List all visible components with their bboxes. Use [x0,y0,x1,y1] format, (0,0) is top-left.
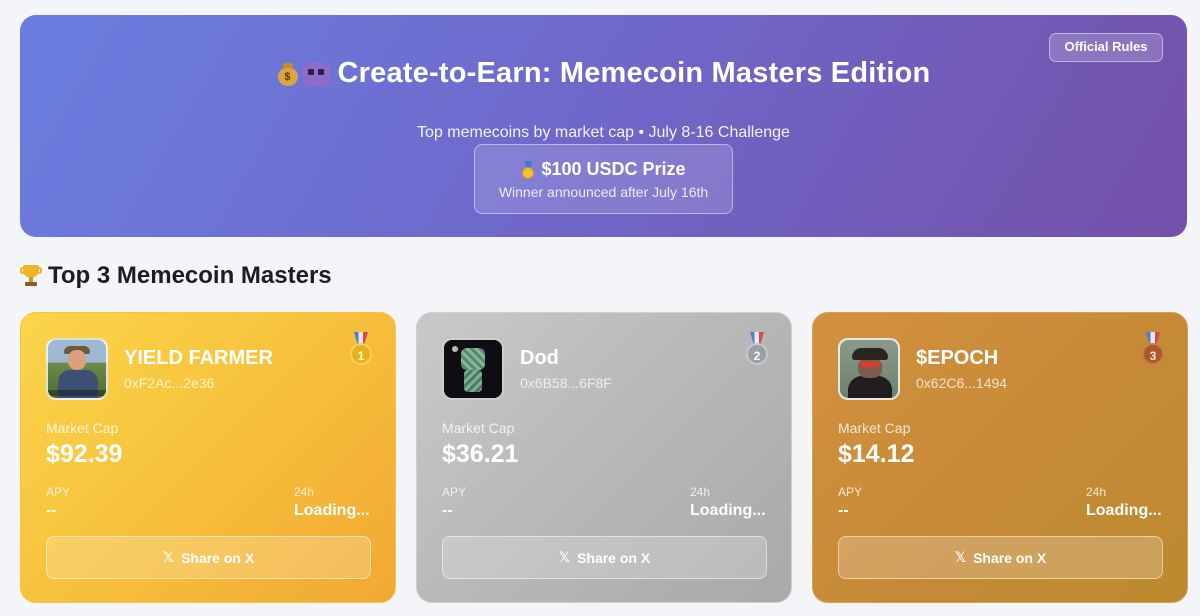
share-label: Share on X [181,549,255,566]
market-cap-value: $36.21 [442,440,519,468]
coin-name: YIELD FARMER [124,347,273,369]
change-24h-label: 24h [294,485,315,499]
title-emojis: $ [277,61,330,87]
silver-medal-icon: 2 [745,332,769,366]
change-24h-value: Loading... [294,502,370,519]
coin-address: 0x6B58...6F8F [520,375,612,391]
change-24h-label: 24h [690,485,711,499]
share-label: Share on X [973,549,1047,566]
gold-medal-icon: 1 [349,332,373,366]
coin-name: $EPOCH [916,347,999,369]
market-cap-value: $14.12 [838,440,915,468]
coin-address: 0xF2Ac...2e36 [124,375,215,391]
page-title-text: Create-to-Earn: Memecoin Masters Edition [337,57,931,89]
rank-number: 3 [1142,343,1164,365]
prize-title-text: $100 USDC Prize [541,159,686,179]
x-logo-icon: 𝕏 [162,549,175,565]
leader-card-1: YIELD FARMER 0xF2Ac...2e36 1 Market Cap … [20,312,396,603]
prize-title: $100 USDC Prize [475,159,732,180]
apy-value: -- [838,502,849,519]
medal-icon [521,160,535,179]
coin-address: 0x62C6...1494 [916,375,1008,391]
x-logo-icon: 𝕏 [558,549,571,565]
trophy-icon [20,264,42,288]
apy-value: -- [442,502,453,519]
apy-label: APY [442,485,467,499]
share-on-x-button[interactable]: 𝕏 Share on X [838,536,1163,579]
hero-banner: Official Rules $ Create-to-Earn: Memecoi… [20,15,1187,237]
share-label: Share on X [577,549,651,566]
avatar [838,338,900,400]
market-cap-label: Market Cap [46,420,119,436]
alien-invader-icon [301,61,330,86]
x-logo-icon: 𝕏 [954,549,967,565]
coin-name: Dod [520,347,559,369]
avatar [46,338,108,400]
prize-subtitle: Winner announced after July 16th [498,184,709,200]
change-24h-value: Loading... [690,502,766,519]
page-subtitle: Top memecoins by market cap • July 8-16 … [417,124,790,141]
share-on-x-button[interactable]: 𝕏 Share on X [442,536,767,579]
prize-box: $100 USDC Prize Winner announced after J… [474,144,733,214]
change-24h-label: 24h [1086,485,1107,499]
apy-value: -- [46,502,57,519]
apy-label: APY [46,485,71,499]
leader-card-2: Dod 0x6B58...6F8F 2 Market Cap $36.21 AP… [416,312,792,603]
change-24h-value: Loading... [1086,502,1162,519]
market-cap-label: Market Cap [442,420,515,436]
money-bag-icon: $ [277,61,299,87]
market-cap-label: Market Cap [838,420,911,436]
share-on-x-button[interactable]: 𝕏 Share on X [46,536,371,579]
rank-number: 2 [746,343,768,365]
apy-label: APY [838,485,863,499]
section-title: Top 3 Memecoin Masters [20,262,332,290]
page-title: $ Create-to-Earn: Memecoin Masters Editi… [20,57,1187,90]
avatar [442,338,504,400]
market-cap-value: $92.39 [46,440,123,468]
section-title-text: Top 3 Memecoin Masters [48,262,332,289]
rank-number: 1 [350,343,372,365]
bronze-medal-icon: 3 [1141,332,1165,366]
leader-card-3: $EPOCH 0x62C6...1494 3 Market Cap $14.12… [812,312,1188,603]
